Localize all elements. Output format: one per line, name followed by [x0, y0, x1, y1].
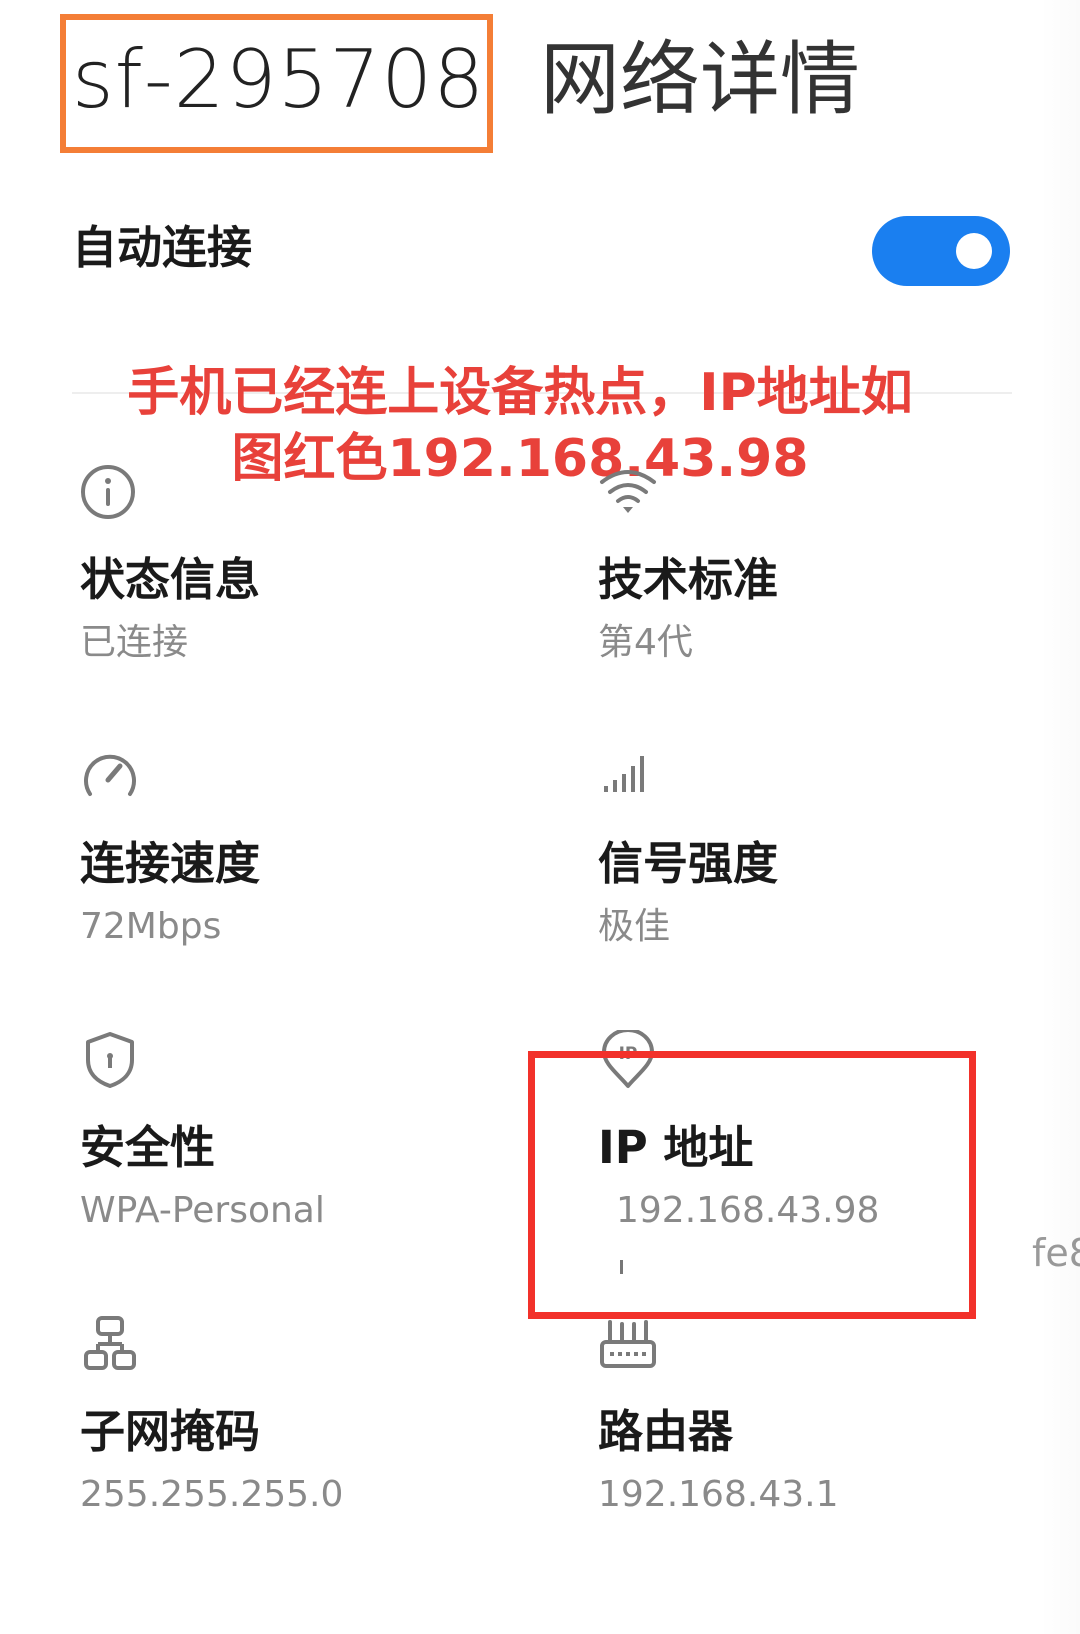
wifi-icon	[598, 462, 658, 522]
detail-value: 第4代	[598, 622, 693, 663]
detail-label: 路由器	[598, 1405, 734, 1458]
detail-security[interactable]: 安全性 WPA-Personal	[80, 1030, 540, 1300]
detail-status[interactable]: 状态信息 已连接	[80, 462, 540, 732]
detail-label: 安全性	[80, 1121, 216, 1174]
detail-subnet-mask[interactable]: 子网掩码 255.255.255.0	[80, 1314, 540, 1584]
info-icon	[80, 462, 140, 522]
speedometer-icon	[80, 746, 140, 806]
network-ssid: sf-295708	[72, 33, 486, 126]
detail-label: 技术标准	[598, 553, 779, 606]
auto-connect-toggle[interactable]	[872, 216, 1010, 286]
detail-value: 255.255.255.0	[80, 1474, 344, 1515]
network-topology-icon	[80, 1314, 140, 1374]
shield-icon	[80, 1030, 140, 1090]
detail-standard[interactable]: 技术标准 第4代	[598, 462, 1058, 732]
auto-connect-label: 自动连接	[72, 221, 253, 274]
detail-speed[interactable]: 连接速度 72Mbps	[80, 746, 540, 1016]
signal-bars-icon	[598, 746, 658, 806]
detail-router[interactable]: 路由器 192.168.43.1	[598, 1314, 1058, 1584]
detail-label: 状态信息	[80, 553, 261, 606]
detail-value: 极佳	[598, 906, 671, 947]
detail-label: 连接速度	[80, 837, 261, 890]
detail-value: 已连接	[80, 622, 189, 663]
router-icon	[598, 1314, 658, 1374]
page-title: 网络详情	[540, 33, 860, 126]
annotation-line-1: 手机已经连上设备热点，IP地址如	[127, 363, 913, 423]
ip-highlight-box	[528, 1051, 976, 1319]
detail-label: 信号强度	[598, 837, 779, 890]
text-cursor-mark	[620, 1260, 623, 1274]
edge-shadow	[1040, 0, 1080, 1634]
detail-signal[interactable]: 信号强度 极佳	[598, 746, 1058, 1016]
toggle-knob	[956, 233, 992, 269]
detail-value: 72Mbps	[80, 906, 222, 947]
detail-label: 子网掩码	[80, 1405, 261, 1458]
detail-value: WPA-Personal	[80, 1190, 325, 1231]
detail-value: 192.168.43.1	[598, 1474, 839, 1515]
